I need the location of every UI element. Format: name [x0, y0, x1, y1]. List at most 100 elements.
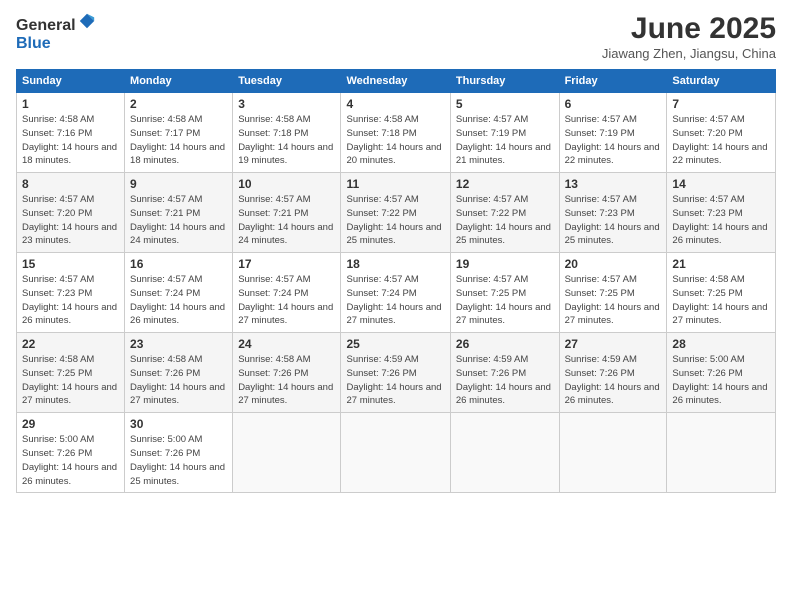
- table-row: 9 Sunrise: 4:57 AMSunset: 7:21 PMDaylight…: [125, 173, 233, 253]
- calendar-header-row: Sunday Monday Tuesday Wednesday Thursday…: [17, 70, 776, 93]
- table-row: 22 Sunrise: 4:58 AMSunset: 7:25 PMDayligh…: [17, 333, 125, 413]
- day-number: 19: [456, 257, 554, 271]
- day-info: Sunrise: 5:00 AMSunset: 7:26 PMDaylight:…: [672, 353, 770, 408]
- calendar-week-row: 22 Sunrise: 4:58 AMSunset: 7:25 PMDayligh…: [17, 333, 776, 413]
- day-info: Sunrise: 4:57 AMSunset: 7:21 PMDaylight:…: [130, 193, 227, 248]
- location: Jiawang Zhen, Jiangsu, China: [602, 46, 776, 61]
- day-number: 9: [130, 177, 227, 191]
- logo-blue: Blue: [16, 35, 51, 52]
- day-info: Sunrise: 4:58 AMSunset: 7:26 PMDaylight:…: [238, 353, 335, 408]
- day-info: Sunrise: 5:00 AMSunset: 7:26 PMDaylight:…: [22, 433, 119, 488]
- table-row: 7Sunrise: 4:57 AMSunset: 7:20 PMDaylight…: [667, 93, 776, 173]
- table-row: 30 Sunrise: 5:00 AMSunset: 7:26 PMDayligh…: [125, 413, 233, 493]
- day-number: 20: [565, 257, 662, 271]
- day-info: Sunrise: 4:57 AMSunset: 7:25 PMDaylight:…: [565, 273, 662, 328]
- day-number: 1: [22, 97, 119, 111]
- day-number: 12: [456, 177, 554, 191]
- day-number: 17: [238, 257, 335, 271]
- table-row: 27 Sunrise: 4:59 AMSunset: 7:26 PMDayligh…: [559, 333, 667, 413]
- table-row: 3Sunrise: 4:58 AMSunset: 7:18 PMDaylight…: [233, 93, 341, 173]
- day-number: 28: [672, 337, 770, 351]
- table-row: 18Sunrise: 4:57 AMSunset: 7:24 PMDayligh…: [341, 253, 450, 333]
- day-info: Sunrise: 4:57 AMSunset: 7:23 PMDaylight:…: [22, 273, 119, 328]
- day-info: Sunrise: 4:59 AMSunset: 7:26 PMDaylight:…: [565, 353, 662, 408]
- table-row: 2Sunrise: 4:58 AMSunset: 7:17 PMDaylight…: [125, 93, 233, 173]
- day-number: 4: [346, 97, 444, 111]
- logo-general: General: [16, 17, 76, 34]
- day-info: Sunrise: 4:57 AMSunset: 7:24 PMDaylight:…: [130, 273, 227, 328]
- table-row: 12 Sunrise: 4:57 AMSunset: 7:22 PMDayligh…: [450, 173, 559, 253]
- table-row: 21 Sunrise: 4:58 AMSunset: 7:25 PMDayligh…: [667, 253, 776, 333]
- table-row: [233, 413, 341, 493]
- table-row: 5 Sunrise: 4:57 AMSunset: 7:19 PMDaylight…: [450, 93, 559, 173]
- day-number: 22: [22, 337, 119, 351]
- table-row: 4 Sunrise: 4:58 AMSunset: 7:18 PMDaylight…: [341, 93, 450, 173]
- logo: General Blue: [16, 12, 96, 53]
- table-row: [667, 413, 776, 493]
- day-info: Sunrise: 4:57 AMSunset: 7:21 PMDaylight:…: [238, 193, 335, 248]
- day-info: Sunrise: 4:57 AMSunset: 7:22 PMDaylight:…: [346, 193, 444, 248]
- logo-block: General Blue: [16, 12, 96, 53]
- day-number: 10: [238, 177, 335, 191]
- header: General Blue June 2025 Jiawang Zhen, Jia…: [16, 12, 776, 61]
- day-info: Sunrise: 4:58 AMSunset: 7:25 PMDaylight:…: [22, 353, 119, 408]
- day-info: Sunrise: 5:00 AMSunset: 7:26 PMDaylight:…: [130, 433, 227, 488]
- day-info: Sunrise: 4:57 AMSunset: 7:20 PMDaylight:…: [22, 193, 119, 248]
- calendar-week-row: 8Sunrise: 4:57 AMSunset: 7:20 PMDaylight…: [17, 173, 776, 253]
- day-info: Sunrise: 4:57 AMSunset: 7:23 PMDaylight:…: [565, 193, 662, 248]
- day-number: 11: [346, 177, 444, 191]
- table-row: 8Sunrise: 4:57 AMSunset: 7:20 PMDaylight…: [17, 173, 125, 253]
- day-info: Sunrise: 4:57 AMSunset: 7:25 PMDaylight:…: [456, 273, 554, 328]
- logo-icon: [78, 12, 96, 30]
- table-row: 23 Sunrise: 4:58 AMSunset: 7:26 PMDayligh…: [125, 333, 233, 413]
- day-info: Sunrise: 4:57 AMSunset: 7:22 PMDaylight:…: [456, 193, 554, 248]
- day-info: Sunrise: 4:57 AMSunset: 7:24 PMDaylight:…: [238, 273, 335, 328]
- col-wednesday: Wednesday: [341, 70, 450, 93]
- day-number: 16: [130, 257, 227, 271]
- calendar-week-row: 1 Sunrise: 4:58 AMSunset: 7:16 PMDaylight…: [17, 93, 776, 173]
- day-info: Sunrise: 4:58 AMSunset: 7:16 PMDaylight:…: [22, 113, 119, 168]
- title-block: June 2025 Jiawang Zhen, Jiangsu, China: [602, 12, 776, 61]
- table-row: [450, 413, 559, 493]
- calendar-week-row: 29 Sunrise: 5:00 AMSunset: 7:26 PMDayligh…: [17, 413, 776, 493]
- table-row: 20 Sunrise: 4:57 AMSunset: 7:25 PMDayligh…: [559, 253, 667, 333]
- day-info: Sunrise: 4:58 AMSunset: 7:25 PMDaylight:…: [672, 273, 770, 328]
- col-saturday: Saturday: [667, 70, 776, 93]
- day-info: Sunrise: 4:58 AMSunset: 7:18 PMDaylight:…: [346, 113, 444, 168]
- day-number: 27: [565, 337, 662, 351]
- day-number: 29: [22, 417, 119, 431]
- table-row: 6Sunrise: 4:57 AMSunset: 7:19 PMDaylight…: [559, 93, 667, 173]
- day-info: Sunrise: 4:59 AMSunset: 7:26 PMDaylight:…: [346, 353, 444, 408]
- day-number: 30: [130, 417, 227, 431]
- table-row: 15 Sunrise: 4:57 AMSunset: 7:23 PMDayligh…: [17, 253, 125, 333]
- table-row: 29 Sunrise: 5:00 AMSunset: 7:26 PMDayligh…: [17, 413, 125, 493]
- table-row: 19 Sunrise: 4:57 AMSunset: 7:25 PMDayligh…: [450, 253, 559, 333]
- col-monday: Monday: [125, 70, 233, 93]
- day-number: 14: [672, 177, 770, 191]
- table-row: 13 Sunrise: 4:57 AMSunset: 7:23 PMDayligh…: [559, 173, 667, 253]
- day-number: 24: [238, 337, 335, 351]
- day-info: Sunrise: 4:58 AMSunset: 7:17 PMDaylight:…: [130, 113, 227, 168]
- day-number: 15: [22, 257, 119, 271]
- day-number: 5: [456, 97, 554, 111]
- table-row: 24 Sunrise: 4:58 AMSunset: 7:26 PMDayligh…: [233, 333, 341, 413]
- day-info: Sunrise: 4:58 AMSunset: 7:26 PMDaylight:…: [130, 353, 227, 408]
- col-thursday: Thursday: [450, 70, 559, 93]
- day-number: 21: [672, 257, 770, 271]
- month-title: June 2025: [602, 12, 776, 46]
- table-row: 17 Sunrise: 4:57 AMSunset: 7:24 PMDayligh…: [233, 253, 341, 333]
- day-number: 13: [565, 177, 662, 191]
- table-row: 11 Sunrise: 4:57 AMSunset: 7:22 PMDayligh…: [341, 173, 450, 253]
- day-number: 3: [238, 97, 335, 111]
- day-info: Sunrise: 4:57 AMSunset: 7:24 PMDaylight:…: [346, 273, 444, 328]
- col-friday: Friday: [559, 70, 667, 93]
- page: General Blue June 2025 Jiawang Zhen, Jia…: [0, 0, 792, 612]
- day-number: 25: [346, 337, 444, 351]
- day-info: Sunrise: 4:57 AMSunset: 7:19 PMDaylight:…: [456, 113, 554, 168]
- table-row: 28 Sunrise: 5:00 AMSunset: 7:26 PMDayligh…: [667, 333, 776, 413]
- day-number: 23: [130, 337, 227, 351]
- table-row: 10 Sunrise: 4:57 AMSunset: 7:21 PMDayligh…: [233, 173, 341, 253]
- day-number: 7: [672, 97, 770, 111]
- day-info: Sunrise: 4:59 AMSunset: 7:26 PMDaylight:…: [456, 353, 554, 408]
- day-info: Sunrise: 4:57 AMSunset: 7:19 PMDaylight:…: [565, 113, 662, 168]
